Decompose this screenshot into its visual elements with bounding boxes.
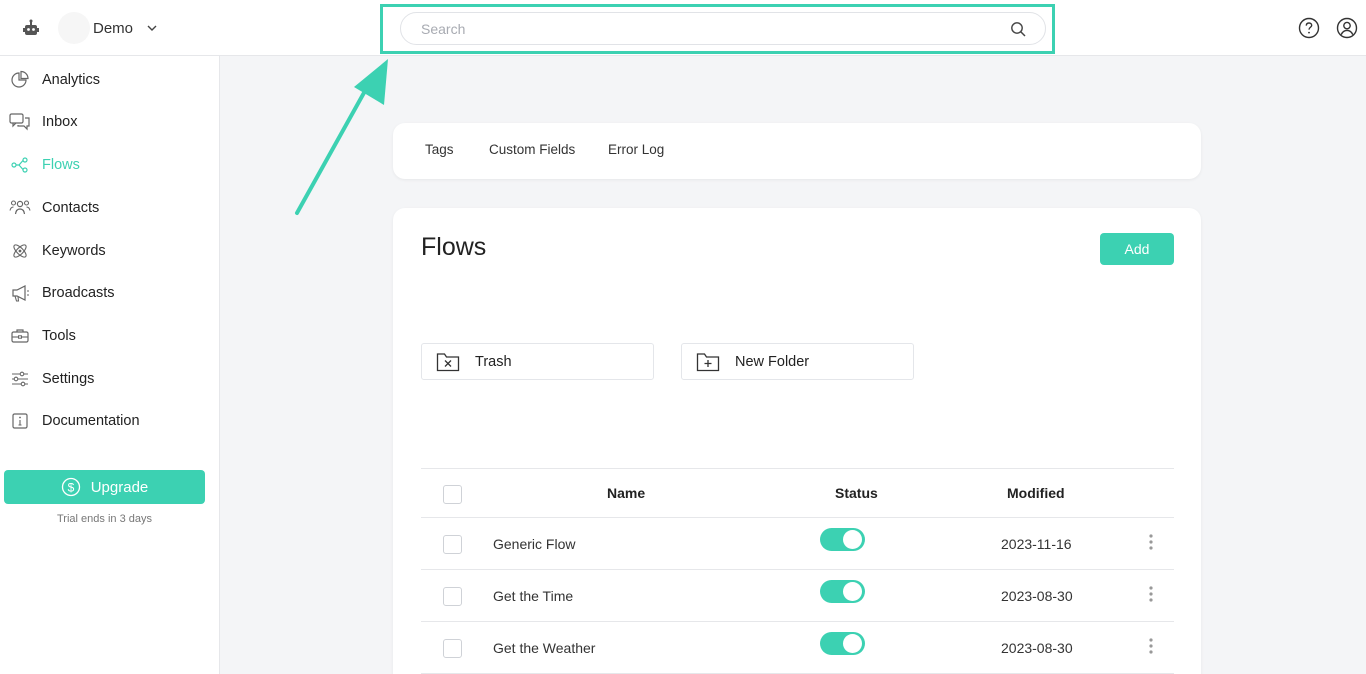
sidebar-item-label: Contacts — [42, 200, 100, 216]
sidebar-item-documentation[interactable]: Documentation — [0, 403, 219, 439]
toggle-knob — [843, 530, 862, 549]
toggle-knob — [843, 582, 862, 601]
sidebar-item-label: Tools — [42, 328, 76, 344]
sidebar-item-label: Settings — [42, 371, 95, 387]
toggle-knob — [843, 634, 862, 653]
row-checkbox[interactable] — [443, 535, 462, 554]
flow-name[interactable]: Get the Time — [493, 588, 573, 604]
sidebar-item-label: Keywords — [42, 243, 106, 259]
user-account-icon[interactable] — [1336, 17, 1358, 39]
tabs-card: Tags Custom Fields Error Log — [393, 123, 1201, 179]
tab-tags[interactable]: Tags — [425, 142, 454, 157]
workspace-avatar — [58, 12, 90, 44]
add-button[interactable]: Add — [1100, 233, 1174, 265]
new-folder-button[interactable]: New Folder — [681, 343, 914, 380]
row-checkbox[interactable] — [443, 587, 462, 606]
column-name-header: Name — [607, 485, 646, 501]
modified-date: 2023-08-30 — [1001, 640, 1073, 656]
sidebar-item-settings[interactable]: Settings — [0, 361, 219, 397]
status-toggle[interactable] — [820, 528, 865, 551]
atom-icon — [9, 240, 31, 262]
top-bar: Demo — [0, 0, 1366, 56]
page-title: Flows — [421, 233, 487, 261]
chevron-down-icon — [145, 21, 159, 35]
dollar-circle-icon: $ — [61, 477, 81, 497]
workspace-switcher[interactable]: Demo — [58, 12, 159, 44]
share-nodes-icon — [9, 154, 31, 176]
sidebar-item-broadcasts[interactable]: Broadcasts — [0, 275, 219, 311]
flow-name[interactable]: Generic Flow — [493, 536, 575, 552]
svg-text:$: $ — [67, 481, 74, 495]
pie-chart-icon — [9, 69, 31, 91]
help-icon[interactable] — [1298, 17, 1320, 39]
more-options-icon[interactable] — [1145, 584, 1157, 604]
sidebar-item-label: Documentation — [42, 413, 140, 429]
tab-custom-fields[interactable]: Custom Fields — [489, 142, 575, 157]
sliders-icon — [9, 368, 31, 390]
megaphone-icon — [9, 282, 31, 304]
column-modified-header: Modified — [1007, 485, 1065, 501]
search-bar[interactable] — [400, 12, 1046, 45]
sidebar: Analytics Inbox Flows Contacts Keywords … — [0, 56, 220, 674]
toolbox-icon — [9, 325, 31, 347]
table-header: Name Status Modified — [421, 468, 1174, 518]
more-options-icon[interactable] — [1145, 532, 1157, 552]
select-all-checkbox[interactable] — [443, 485, 462, 504]
workspace-name: Demo — [93, 19, 134, 37]
annotation-arrow — [295, 59, 388, 215]
modified-date: 2023-11-16 — [1001, 536, 1072, 552]
sidebar-item-label: Inbox — [42, 114, 78, 130]
flows-card: Flows Add Trash New Folder Name Status M… — [393, 208, 1201, 674]
flow-name[interactable]: Get the Weather — [493, 640, 595, 656]
search-input[interactable] — [421, 19, 991, 39]
sidebar-item-label: Analytics — [42, 72, 101, 88]
trial-notice: Trial ends in 3 days — [57, 513, 152, 525]
chat-bubbles-icon — [9, 111, 31, 133]
status-toggle[interactable] — [820, 580, 865, 603]
folder-trash[interactable]: Trash — [421, 343, 654, 380]
more-options-icon[interactable] — [1145, 636, 1157, 656]
search-icon[interactable] — [1010, 21, 1027, 38]
sidebar-item-contacts[interactable]: Contacts — [0, 190, 219, 226]
sidebar-item-keywords[interactable]: Keywords — [0, 233, 219, 269]
modified-date: 2023-08-30 — [1001, 588, 1073, 604]
sidebar-item-inbox[interactable]: Inbox — [0, 104, 219, 140]
sidebar-item-flows[interactable]: Flows — [0, 147, 219, 183]
row-checkbox[interactable] — [443, 639, 462, 658]
folder-label: Trash — [475, 353, 512, 370]
info-icon — [9, 410, 31, 432]
upgrade-button[interactable]: $ Upgrade — [4, 470, 205, 504]
folder-x-icon — [436, 351, 460, 373]
sidebar-item-label: Broadcasts — [42, 285, 115, 301]
sidebar-item-label: Flows — [42, 157, 80, 173]
upgrade-label: Upgrade — [90, 478, 149, 496]
folder-label: New Folder — [735, 353, 810, 370]
tab-error-log[interactable]: Error Log — [608, 142, 664, 157]
table-row[interactable]: Generic Flow 2023-11-16 — [421, 518, 1174, 570]
robot-logo-icon[interactable] — [20, 18, 42, 40]
sidebar-item-tools[interactable]: Tools — [0, 318, 219, 354]
table-row[interactable]: Get the Weather 2023-08-30 — [421, 622, 1174, 674]
flows-table: Name Status Modified Generic Flow 2023-1… — [421, 468, 1174, 674]
sidebar-item-analytics[interactable]: Analytics — [0, 62, 219, 98]
folder-plus-icon — [696, 351, 720, 373]
people-icon — [9, 197, 31, 219]
table-row[interactable]: Get the Time 2023-08-30 — [421, 570, 1174, 622]
column-status-header: Status — [835, 485, 878, 501]
status-toggle[interactable] — [820, 632, 865, 655]
